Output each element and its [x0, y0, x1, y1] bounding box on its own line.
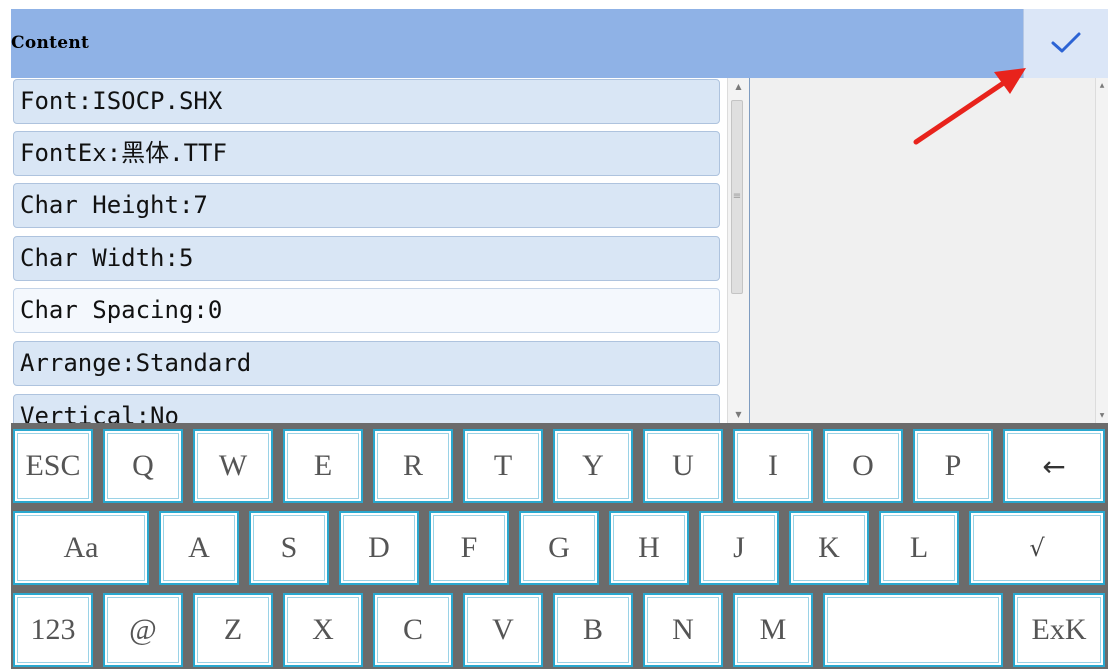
- case-toggle-key[interactable]: Aa: [13, 511, 149, 585]
- key-q[interactable]: Q: [103, 429, 183, 503]
- key-k[interactable]: K: [789, 511, 869, 585]
- page-title: Content: [11, 33, 90, 53]
- key-g[interactable]: G: [519, 511, 599, 585]
- enter-key[interactable]: √: [969, 511, 1105, 585]
- checkmark-icon: [1051, 32, 1081, 53]
- list-item-label: Char Width:5: [20, 244, 194, 272]
- list-item-font[interactable]: Font:ISOCP.SHX: [13, 79, 720, 124]
- key-i[interactable]: I: [733, 429, 813, 503]
- list-item-arrange[interactable]: Arrange:Standard: [13, 341, 720, 386]
- key-v[interactable]: V: [463, 593, 543, 667]
- key-n[interactable]: N: [643, 593, 723, 667]
- scroll-down-arrow-icon[interactable]: ▼: [1096, 412, 1108, 419]
- key-s[interactable]: S: [249, 511, 329, 585]
- list-item-label: Char Spacing:0: [20, 296, 223, 324]
- list-item-fontex[interactable]: FontEx:黑体.TTF: [13, 131, 720, 176]
- key-f[interactable]: F: [429, 511, 509, 585]
- key-z[interactable]: Z: [193, 593, 273, 667]
- scroll-down-arrow-icon[interactable]: ▼: [728, 410, 749, 419]
- key-a[interactable]: A: [159, 511, 239, 585]
- key-p[interactable]: P: [913, 429, 993, 503]
- grip-icon: ≡: [732, 191, 742, 202]
- scroll-up-arrow-icon[interactable]: ▲: [728, 82, 749, 91]
- list-item-char-height[interactable]: Char Height:7: [13, 183, 720, 228]
- key-t[interactable]: T: [463, 429, 543, 503]
- list-item-label: Vertical:No: [20, 402, 179, 423]
- scrollbar-thumb[interactable]: ≡: [731, 100, 743, 294]
- scroll-up-arrow-icon[interactable]: ▲: [1096, 82, 1108, 89]
- space-key[interactable]: [823, 593, 1003, 667]
- red-arrow-annotation-icon: [913, 68, 1026, 145]
- list-item-char-width[interactable]: Char Width:5: [13, 236, 720, 281]
- numbers-key[interactable]: 123: [13, 593, 93, 667]
- on-screen-keyboard: ESC Q W E R T Y U I O P ← Aa A S D F G H J K L √ 123 @ Z X C V B N M ExK: [11, 423, 1108, 669]
- key-w[interactable]: W: [193, 429, 273, 503]
- list-item-vertical[interactable]: Vertical:No: [13, 394, 720, 423]
- key-y[interactable]: Y: [553, 429, 633, 503]
- list-item-label: FontEx:黑体.TTF: [20, 139, 227, 167]
- confirm-button[interactable]: [1023, 9, 1108, 78]
- key-u[interactable]: U: [643, 429, 723, 503]
- key-o[interactable]: O: [823, 429, 903, 503]
- extra-keys-key[interactable]: ExK: [1013, 593, 1105, 667]
- key-d[interactable]: D: [339, 511, 419, 585]
- list-item-label: Arrange:Standard: [20, 349, 252, 377]
- key-m[interactable]: M: [733, 593, 813, 667]
- key-h[interactable]: H: [609, 511, 689, 585]
- list-scrollbar[interactable]: ▲ ≡ ▼: [727, 78, 749, 423]
- key-c[interactable]: C: [373, 593, 453, 667]
- key-j[interactable]: J: [699, 511, 779, 585]
- preview-scrollbar[interactable]: ▲ ▼: [1095, 78, 1108, 423]
- key-r[interactable]: R: [373, 429, 453, 503]
- key-l[interactable]: L: [879, 511, 959, 585]
- backspace-key[interactable]: ←: [1003, 429, 1105, 503]
- list-item-char-spacing[interactable]: Char Spacing:0: [13, 288, 720, 333]
- key-b[interactable]: B: [553, 593, 633, 667]
- key-e[interactable]: E: [283, 429, 363, 503]
- list-item-label: Font:ISOCP.SHX: [20, 87, 223, 115]
- esc-key[interactable]: ESC: [13, 429, 93, 503]
- key-x[interactable]: X: [283, 593, 363, 667]
- properties-list[interactable]: Font:ISOCP.SHX FontEx:黑体.TTF Char Height…: [11, 78, 723, 423]
- list-item-label: Char Height:7: [20, 191, 208, 219]
- at-key[interactable]: @: [103, 593, 183, 667]
